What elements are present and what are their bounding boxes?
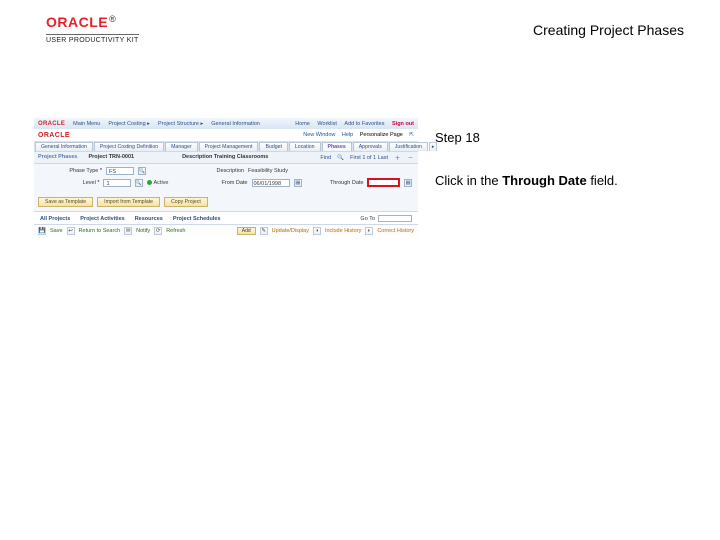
instruction-text: Click in the Through Date field. xyxy=(435,173,695,190)
refresh-icon[interactable]: ⟳ xyxy=(154,227,162,235)
project-label: Project xyxy=(89,154,108,160)
from-date-input[interactable]: 06/01/1998 xyxy=(252,179,291,187)
notify-link[interactable]: Notify xyxy=(136,228,150,234)
lookup-icon[interactable]: 🔍 xyxy=(135,179,143,187)
find-label: Find xyxy=(320,155,331,161)
tab-justification[interactable]: Justification xyxy=(389,142,428,151)
save-icon[interactable]: 💾 xyxy=(38,227,46,235)
personalize-link[interactable]: Personalize Page xyxy=(360,132,403,138)
brand-bar: ORACLE New Window Help Personalize Page … xyxy=(34,129,418,141)
tab-general-information[interactable]: General Information xyxy=(35,142,93,151)
refresh-link[interactable]: Refresh xyxy=(166,228,185,234)
registered-mark: ® xyxy=(109,14,116,24)
delete-row-icon[interactable]: － xyxy=(407,154,414,161)
brand-subtitle: USER PRODUCTIVITY KIT xyxy=(46,34,139,44)
status-chip: Active xyxy=(147,180,169,186)
through-date-input[interactable] xyxy=(367,178,400,187)
save-link[interactable]: Save xyxy=(50,228,63,234)
status-label: Active xyxy=(154,180,169,186)
subtab-all-projects[interactable]: All Projects xyxy=(40,216,70,222)
breadcrumb[interactable]: Project Structure ▸ xyxy=(158,121,203,127)
project-value: TRN-0001 xyxy=(109,154,134,160)
step-label: Step 18 xyxy=(435,130,695,145)
footer-toolbar: 💾 Save ↩ Return to Search ✉ Notify ⟳ Ref… xyxy=(34,224,418,237)
goto-select[interactable] xyxy=(378,215,412,222)
instruction-pre: Click in the xyxy=(435,173,502,188)
section-title: Project Phases xyxy=(38,154,77,161)
app-screenshot: ORACLE Main Menu Project Costing ▸ Proje… xyxy=(34,118,418,273)
subtabs: All Projects Project Activities Resource… xyxy=(34,211,418,224)
subtab-project-schedules[interactable]: Project Schedules xyxy=(173,216,221,222)
description-value: Training Classrooms xyxy=(214,154,268,160)
phase-type-input[interactable]: FS xyxy=(106,167,134,175)
help-link[interactable]: Help xyxy=(342,132,353,138)
breadcrumb: General Information xyxy=(211,121,260,127)
tab-manager[interactable]: Manager xyxy=(165,142,197,151)
action-button-row: Save as Template Import from Template Co… xyxy=(34,195,418,211)
phase-type-label: Phase Type xyxy=(40,168,102,174)
subtab-project-activities[interactable]: Project Activities xyxy=(80,216,124,222)
tab-phases[interactable]: Phases xyxy=(322,142,352,151)
instruction-post: field. xyxy=(587,173,618,188)
tabs-scroll-right-icon[interactable]: ▸ xyxy=(429,142,437,151)
correct-history-link[interactable]: Correct History xyxy=(377,228,414,234)
level-input[interactable]: 1 xyxy=(103,179,130,187)
brand-wordmark: ORACLE xyxy=(46,14,108,30)
tab-project-costing-definition[interactable]: Project Costing Definition xyxy=(94,142,164,151)
instruction-panel: Step 18 Click in the Through Date field. xyxy=(435,130,695,190)
page-title: Creating Project Phases xyxy=(533,22,684,38)
update-display-link[interactable]: Update/Display xyxy=(272,228,309,234)
header-links: Home Worklist Add to Favorites Sign out xyxy=(289,121,414,127)
tab-approvals[interactable]: Approvals xyxy=(353,142,388,151)
find-icon[interactable]: 🔍 xyxy=(337,154,344,161)
new-window-link[interactable]: New Window xyxy=(303,132,335,138)
description-label: Description xyxy=(182,154,212,160)
tab-location[interactable]: Location xyxy=(289,142,321,151)
subtab-resources[interactable]: Resources xyxy=(135,216,163,222)
form-area: Phase Type FS 🔍 Description Feasibility … xyxy=(34,164,418,195)
import-from-template-button[interactable]: Import from Template xyxy=(97,197,160,207)
tab-project-management[interactable]: Project Management xyxy=(199,142,259,151)
worklist-link[interactable]: Worklist xyxy=(317,121,336,127)
breadcrumb[interactable]: Project Costing ▸ xyxy=(108,121,150,127)
signout-link[interactable]: Sign out xyxy=(392,121,414,127)
lookup-icon[interactable]: 🔍 xyxy=(138,167,146,175)
add-fav-link[interactable]: Add to Favorites xyxy=(344,121,384,127)
instruction-bold: Through Date xyxy=(502,173,587,188)
from-date-label: From Date xyxy=(190,180,248,186)
include-history-icon[interactable]: ◑ xyxy=(313,227,321,235)
http-icon[interactable]: ⇱ xyxy=(409,132,414,138)
goto-label: Go To xyxy=(360,216,375,222)
status-dot-icon xyxy=(147,180,152,185)
tab-budget[interactable]: Budget xyxy=(259,142,287,151)
section-header: Project Phases Project TRN-0001 Descript… xyxy=(34,151,418,164)
update-icon[interactable]: ✎ xyxy=(260,227,268,235)
add-row-icon[interactable]: ＋ xyxy=(394,154,401,161)
add-button[interactable]: Add xyxy=(237,227,256,235)
calendar-icon[interactable]: ▦ xyxy=(404,179,412,187)
include-history-link[interactable]: Include History xyxy=(325,228,361,234)
breadcrumb[interactable]: Main Menu xyxy=(73,121,100,127)
home-link[interactable]: Home xyxy=(295,121,310,127)
notify-icon[interactable]: ✉ xyxy=(124,227,132,235)
through-date-label: Through Date xyxy=(319,180,363,186)
app-brand: ORACLE xyxy=(38,132,70,139)
app-brand-small: ORACLE xyxy=(38,121,65,127)
return-icon[interactable]: ↩ xyxy=(67,227,75,235)
brand-logo: ORACLE® USER PRODUCTIVITY KIT xyxy=(46,14,139,44)
phase-desc-value: Feasibility Study xyxy=(248,168,288,174)
record-nav[interactable]: First 1 of 1 Last xyxy=(350,155,388,161)
breadcrumb-bar: ORACLE Main Menu Project Costing ▸ Proje… xyxy=(34,118,418,129)
return-to-search-link[interactable]: Return to Search xyxy=(79,228,121,234)
phase-desc-label: Description xyxy=(192,168,244,174)
level-label: Level xyxy=(40,180,99,186)
save-as-template-button[interactable]: Save as Template xyxy=(38,197,93,207)
correct-history-icon[interactable]: ◐ xyxy=(365,227,373,235)
calendar-icon[interactable]: ▦ xyxy=(294,179,302,187)
tabs-primary: General Information Project Costing Defi… xyxy=(34,141,418,151)
copy-project-button[interactable]: Copy Project xyxy=(164,197,208,207)
